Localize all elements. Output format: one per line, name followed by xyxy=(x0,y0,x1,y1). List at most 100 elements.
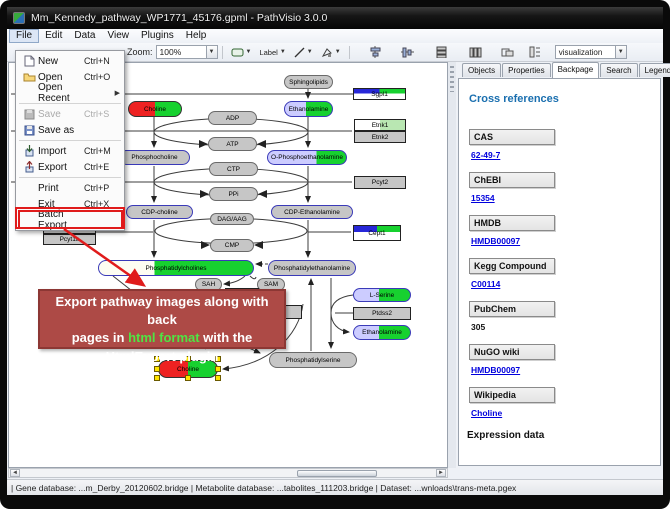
zoom-value: 100% xyxy=(160,47,182,57)
chevron-down-icon[interactable]: ▼ xyxy=(280,49,286,55)
node-choline[interactable]: Choline xyxy=(128,101,182,117)
tab-backpage[interactable]: Backpage xyxy=(552,62,600,78)
node-cdp-choline[interactable]: CDP-choline xyxy=(126,205,193,219)
selection-handle[interactable] xyxy=(154,356,160,362)
node-adp[interactable]: ADP xyxy=(208,111,257,125)
stack-horizontal-button[interactable] xyxy=(466,45,485,60)
screenshot-frame: Mm_Kennedy_pathway_WP1771_45176.gpml - P… xyxy=(0,0,670,509)
xref-link[interactable]: 15354 xyxy=(471,193,660,203)
cross-references-heading: Cross references xyxy=(469,93,660,105)
chevron-down-icon[interactable]: ▼ xyxy=(307,49,313,55)
chevron-down-icon[interactable]: ▼ xyxy=(206,46,217,58)
file-menu-item-label: Import xyxy=(38,146,84,157)
pane-splitter[interactable] xyxy=(448,62,456,468)
menu-file[interactable]: File xyxy=(9,29,39,43)
node-l-serine[interactable]: L-Serine xyxy=(353,288,411,302)
scroll-left-icon[interactable]: ◄ xyxy=(10,469,20,477)
common-size-icon xyxy=(501,47,514,58)
node-ethanolamine[interactable]: Ethanolamine xyxy=(353,325,411,340)
canvas-horizontal-scrollbar[interactable]: ◄ ► xyxy=(8,468,448,478)
xref-link[interactable]: C00114 xyxy=(471,279,660,289)
node-o-phosphoethanolamine[interactable]: O-Phosphoethanolamine xyxy=(267,150,347,165)
file-menu-item-save[interactable]: SaveCtrl+S xyxy=(16,106,124,122)
node-sam[interactable]: SAM xyxy=(257,278,285,291)
menu-separator xyxy=(19,177,121,178)
node-hidden[interactable] xyxy=(277,305,302,319)
file-menu-item-import[interactable]: ImportCtrl+M xyxy=(16,143,124,159)
node-ppi[interactable]: PPi xyxy=(209,187,258,201)
node-pcyt2[interactable]: Pcyt2 xyxy=(354,176,406,189)
tab-properties[interactable]: Properties xyxy=(502,63,550,77)
menu-edit[interactable]: Edit xyxy=(39,29,68,43)
app-window: Mm_Kennedy_pathway_WP1771_45176.gpml - P… xyxy=(7,7,663,495)
menu-data[interactable]: Data xyxy=(68,29,101,43)
toolbar-separator xyxy=(349,46,350,59)
line-tool-button[interactable]: ▼ xyxy=(291,45,316,60)
chevron-down-icon[interactable]: ▼ xyxy=(615,46,626,58)
stack-vertical-button[interactable] xyxy=(432,45,451,60)
scrollbar-thumb[interactable] xyxy=(297,470,377,477)
node-ptdss2[interactable]: Ptdss2 xyxy=(353,307,411,320)
selection-handle[interactable] xyxy=(185,375,191,381)
selection-handle[interactable] xyxy=(215,366,221,372)
tab-objects[interactable]: Objects xyxy=(462,63,501,77)
file-menu-item-open-recent[interactable]: Open Recent▶ xyxy=(16,85,124,101)
node-cdp-ethanolamine[interactable]: CDP-Ethanolamine xyxy=(271,205,353,219)
node-phosphatidylethanolamine[interactable]: Phosphatidylethanolamine xyxy=(268,260,356,276)
file-menu-shortcut: Ctrl+S xyxy=(84,109,124,119)
datanode-tool-button[interactable]: ▼ xyxy=(228,45,255,60)
node-dag-aag[interactable]: DAG/AAG xyxy=(210,213,254,225)
file-menu-item-export[interactable]: ExportCtrl+E xyxy=(16,159,124,175)
splitter-grip-icon xyxy=(450,66,454,92)
menu-plugins[interactable]: Plugins xyxy=(135,29,180,43)
layout-button[interactable] xyxy=(526,45,544,60)
selection-handle[interactable] xyxy=(154,366,160,372)
file-menu-item-save-as[interactable]: Save as xyxy=(16,122,124,138)
align-center-y-button[interactable] xyxy=(398,45,417,60)
node-etnk2[interactable]: Etnk2 xyxy=(354,131,406,143)
xref-link[interactable]: HMDB00097 xyxy=(471,365,660,375)
visualization-combobox[interactable]: visualization ▼ xyxy=(555,45,627,59)
file-menu-item-label: Save as xyxy=(38,125,84,136)
chevron-down-icon[interactable]: ▼ xyxy=(335,49,341,55)
node-phosphatidylcholines[interactable]: Phosphatidylcholines xyxy=(98,260,254,276)
xref-link[interactable]: 62-49-7 xyxy=(471,150,660,160)
xref-link[interactable]: HMDB00097 xyxy=(471,236,660,246)
common-size-button[interactable] xyxy=(498,45,517,60)
zoom-combobox[interactable]: 100% ▼ xyxy=(156,45,218,59)
label-tool-text: Label xyxy=(259,48,277,57)
node-sah[interactable]: SAH xyxy=(195,278,222,291)
scroll-right-icon[interactable]: ► xyxy=(436,469,446,477)
align-center-x-button[interactable] xyxy=(366,45,385,60)
node-etnk1[interactable]: Etnk1 xyxy=(354,119,406,131)
menu-view[interactable]: View xyxy=(101,29,135,43)
node-ctp[interactable]: CTP xyxy=(209,162,258,176)
selection-handle[interactable] xyxy=(154,375,160,381)
node-sphingolipids[interactable]: Sphingolipids xyxy=(284,75,333,89)
tab-search[interactable]: Search xyxy=(600,63,637,77)
xref-link[interactable]: Choline xyxy=(471,408,660,418)
sidebar-tabs: ObjectsPropertiesBackpageSearchLegend xyxy=(462,63,670,78)
file-menu-item-new[interactable]: NewCtrl+N xyxy=(16,53,124,69)
selection-handle[interactable] xyxy=(185,356,191,362)
node-pcyt1a[interactable]: Pcyt1a xyxy=(43,234,96,245)
file-menu-item-print[interactable]: PrintCtrl+P xyxy=(16,180,124,196)
node-sgpl1[interactable]: Sgpl1 xyxy=(353,88,406,100)
selection-handle[interactable] xyxy=(215,375,221,381)
node-cmp[interactable]: CMP xyxy=(210,239,254,252)
node-ethanolamine[interactable]: Ethanolamine xyxy=(284,101,333,117)
menu-help[interactable]: Help xyxy=(180,29,213,43)
line-icon xyxy=(294,47,305,58)
node-phosphatidylserine[interactable]: Phosphatidylserine xyxy=(269,352,357,368)
node-cept1[interactable]: Cept1 xyxy=(353,225,401,241)
chevron-down-icon[interactable]: ▼ xyxy=(246,49,252,55)
new-file-icon xyxy=(20,55,38,67)
node-atp[interactable]: ATP xyxy=(208,137,257,151)
node-hidden[interactable] xyxy=(225,288,259,304)
shape-tool-button[interactable]: ▼ xyxy=(318,45,344,60)
tab-legend[interactable]: Legend xyxy=(639,63,670,77)
node-phosphocholine[interactable]: Phosphocholine xyxy=(119,150,190,165)
shape-icon xyxy=(321,47,333,58)
selection-handle[interactable] xyxy=(215,356,221,362)
label-tool-button[interactable]: Label ▼ xyxy=(256,45,288,60)
